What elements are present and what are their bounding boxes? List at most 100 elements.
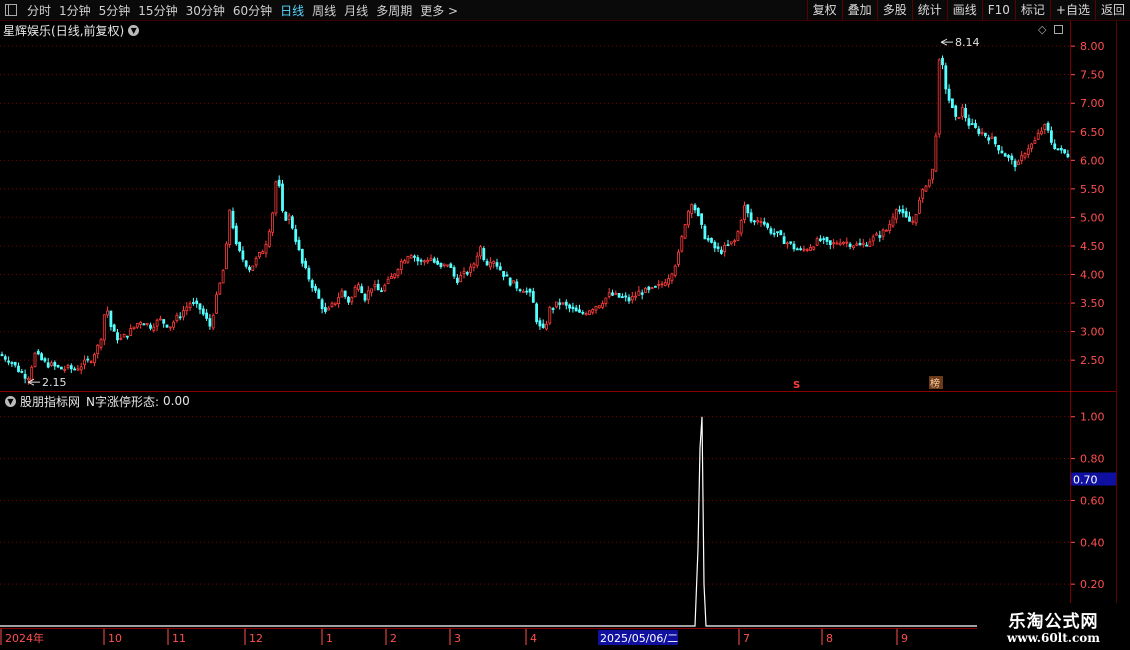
date-axis-label: 4: [530, 632, 537, 645]
candle-body: [79, 366, 83, 371]
indicator-y-axis-ticks: 0.20 0.40 0.60 0.80 1.00 0.70: [1071, 411, 1117, 591]
candle-body: [588, 310, 591, 315]
candle-body: [1046, 122, 1050, 131]
candle-body: [927, 179, 931, 187]
candle-body: [228, 209, 232, 245]
candle-body: [944, 65, 948, 90]
period-tab-60min[interactable]: 60分钟: [229, 2, 276, 19]
indicator-chart[interactable]: [0, 392, 1070, 628]
restore-rights-button[interactable]: 复权: [806, 0, 842, 20]
candle-body: [254, 258, 258, 266]
candle-body: [353, 287, 357, 298]
back-button[interactable]: 返回: [1094, 0, 1130, 20]
indicator-tick-label: 1.00: [1080, 411, 1105, 424]
candle-body: [165, 324, 169, 328]
candle-body: [83, 359, 86, 366]
date-axis[interactable]: 2024年 10 11 12 1 2 3 4 2025/05/06/二 7 8 9: [0, 628, 977, 646]
candle-body: [723, 244, 727, 253]
candle-body: [805, 248, 809, 251]
candle-body: [86, 358, 90, 361]
price-tick-label: 3.50: [1080, 297, 1105, 310]
candle-body: [135, 322, 139, 328]
candle-body: [452, 267, 456, 277]
period-tab-5min[interactable]: 5分钟: [95, 2, 135, 19]
candle-body: [145, 323, 149, 325]
close-panel-icon[interactable]: [1054, 25, 1063, 34]
candle-body: [396, 269, 400, 277]
date-axis-ticks: 2024年 10 11 12 1 2 3 4 2025/05/06/二 7 8 9: [0, 629, 908, 645]
candle-body: [224, 243, 228, 270]
candle-body: [1003, 153, 1007, 157]
candle-body: [370, 288, 374, 293]
statistics-button[interactable]: 统计: [911, 0, 947, 20]
period-tab-more[interactable]: 更多 >: [416, 2, 462, 19]
candle-body: [535, 303, 538, 323]
candle-body: [393, 273, 397, 279]
candle-body: [522, 290, 525, 293]
add-watchlist-button[interactable]: +自选: [1049, 0, 1095, 20]
candle-body: [320, 299, 324, 309]
candle-body: [680, 236, 684, 252]
price-chart[interactable]: 8.14 2.15 S 榜: [0, 21, 1070, 391]
candle-body: [469, 266, 473, 273]
candle-body: [871, 236, 875, 242]
candle-body: [1000, 150, 1004, 154]
candle-body: [997, 144, 1000, 151]
candle-body: [736, 231, 740, 241]
period-tab-30min[interactable]: 30分钟: [182, 2, 229, 19]
period-tab-monthly[interactable]: 月线: [340, 2, 372, 19]
period-tab-weekly[interactable]: 周线: [308, 2, 340, 19]
candle-body: [10, 362, 14, 365]
price-y-axis-ticks: 2.50 3.00 3.50 4.00 4.50 5.00 5.50 6.00 6.50 7.00…: [1071, 40, 1105, 367]
candle-body: [888, 224, 892, 231]
candle-body: [376, 283, 380, 291]
candle-body: [436, 260, 440, 265]
indicator-series-line: [0, 416, 1070, 627]
candle-body: [815, 238, 819, 246]
candle-body: [822, 238, 826, 241]
candle-body: [234, 225, 238, 245]
price-y-axis[interactable]: 2.50 3.00 3.50 4.00 4.50 5.00 5.50 6.00 6.50 7.00…: [1070, 21, 1117, 391]
period-tab-1min[interactable]: 1分钟: [55, 2, 95, 19]
window-layout-icon[interactable]: [5, 4, 17, 16]
candle-body: [333, 302, 337, 305]
price-chart-panel[interactable]: 8.14 2.15 S 榜 星辉娱乐 (日线,前复权) ▼ ◇: [0, 21, 1070, 391]
date-axis-label: 12: [249, 632, 263, 645]
candle-body: [799, 248, 802, 251]
indicator-y-axis[interactable]: 0.20 0.40 0.60 0.80 1.00 0.70: [1070, 392, 1117, 628]
side-info-strip[interactable]: [1116, 21, 1130, 628]
candle-body: [188, 303, 192, 308]
candle-body: [753, 220, 756, 223]
period-tab-multi[interactable]: 多周期: [372, 2, 416, 19]
candle-body: [7, 360, 10, 363]
candle-body: [238, 241, 242, 251]
candle-body: [644, 287, 647, 293]
candle-body: [739, 220, 743, 234]
f10-button[interactable]: F10: [981, 0, 1015, 20]
candle-body: [221, 270, 225, 284]
candle-body: [168, 326, 172, 329]
multi-stock-button[interactable]: 多股: [876, 0, 912, 20]
indicator-panel[interactable]: ▼ 股朋指标网 N字涨停形态: 0.00: [0, 392, 1070, 628]
candle-body: [604, 297, 608, 304]
price-tick-label: 7.00: [1080, 97, 1105, 110]
candle-body: [795, 248, 799, 251]
period-tab-intraday[interactable]: 分时: [23, 2, 55, 19]
period-tab-daily[interactable]: 日线: [276, 2, 308, 19]
candle-body: [191, 302, 195, 304]
diamond-icon[interactable]: ◇: [1038, 23, 1046, 36]
candle-body: [518, 289, 522, 292]
candle-body: [505, 274, 509, 277]
candle-body: [703, 225, 707, 240]
candle-body: [1043, 124, 1047, 130]
overlay-button[interactable]: 叠加: [841, 0, 877, 20]
candle-body: [185, 306, 189, 312]
chevron-down-icon[interactable]: ▼: [128, 24, 140, 36]
candle-body: [409, 255, 413, 259]
mark-button[interactable]: 标记: [1014, 0, 1050, 20]
candle-body: [964, 107, 967, 119]
candle-body: [198, 303, 202, 310]
period-tab-15min[interactable]: 15分钟: [134, 2, 181, 19]
draw-line-button[interactable]: 画线: [946, 0, 982, 20]
chevron-down-icon[interactable]: ▼: [5, 395, 16, 407]
